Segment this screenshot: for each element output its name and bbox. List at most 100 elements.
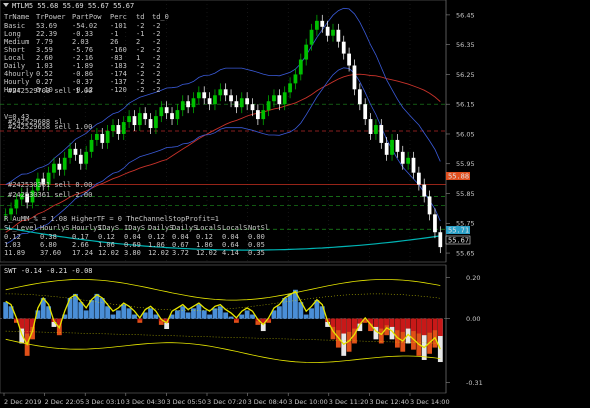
table-cell: 0.38	[40, 233, 57, 241]
candle-body	[202, 92, 207, 99]
time-tick-label: 3 Dec 05:50	[166, 398, 206, 406]
oscillator-bar-overlay	[384, 318, 390, 326]
table-cell: -2	[152, 38, 160, 46]
trading-chart[interactable]: MTLM5 55.68 55.69 55.67 55.67 TrName TrPo…	[0, 0, 590, 408]
table-cell: 53.69	[36, 22, 57, 30]
table-cell: -1	[110, 30, 118, 38]
candle-body	[229, 95, 233, 102]
candle-body	[196, 92, 201, 99]
table-cell: -2	[136, 22, 144, 30]
table-cell: -2	[136, 70, 144, 78]
oscillator-header: SWT -0.14 -0.21 -0.08	[4, 267, 93, 275]
candle-body	[368, 119, 373, 134]
table-cell: 0.04	[172, 233, 189, 241]
oscillator-bar	[282, 298, 288, 319]
candle-body	[191, 98, 196, 108]
table-cell: -2	[136, 86, 144, 94]
candle-body	[89, 139, 94, 152]
candle-body	[304, 44, 309, 60]
table-header-cell: LocalS	[196, 224, 221, 232]
oscillator-bar	[115, 310, 121, 319]
table-cell: 22.39	[36, 30, 57, 38]
time-tick-label: 2 Dec 22:05	[45, 398, 85, 406]
price-axis: 56.4556.3556.2556.1556.0555.9555.8555.75…	[445, 0, 475, 262]
table-cell: -2.16	[72, 54, 93, 62]
candle-body	[84, 151, 89, 164]
oscillator-bar-overlay	[421, 318, 427, 336]
table-cell: 11.89	[4, 249, 25, 257]
candle-body	[288, 83, 292, 93]
time-tick-label: 3 Dec 04:30	[126, 398, 166, 406]
candle-body	[309, 29, 314, 45]
table-header-cell: TrPower	[36, 13, 66, 21]
table-cell: 2.66	[72, 241, 89, 249]
oscillator-tick-label: 0.00	[466, 315, 480, 323]
table-header-cell: DailyS	[172, 224, 197, 232]
table-cell: 0.04	[222, 233, 239, 241]
candle-body	[374, 125, 378, 134]
table-cell: 0.52	[36, 70, 53, 78]
table-cell: 0.69	[124, 241, 141, 249]
table-cell: 0.27	[36, 78, 53, 86]
oscillator-bar-overlay	[335, 318, 341, 331]
oscillator-bar	[228, 316, 234, 319]
table-cell: Long	[4, 30, 21, 38]
candle-body	[293, 74, 298, 84]
oscillator-pane[interactable]: SWT -0.14 -0.21 -0.08	[0, 264, 447, 394]
candle-body	[207, 98, 212, 105]
table-cell: Hourly	[4, 78, 29, 86]
oscillator-bar-overlay	[400, 318, 406, 332]
price-tick-label: 56.05	[456, 130, 475, 138]
table-cell: 12.02	[196, 249, 217, 257]
candle-body	[137, 113, 142, 126]
oscillator-bar	[110, 314, 116, 319]
candle-body	[68, 148, 72, 158]
oscillator-bar	[99, 298, 105, 319]
table-cell: 0.05	[248, 241, 265, 249]
candle-body	[298, 59, 303, 75]
candle-body	[9, 208, 13, 215]
time-tick-label: 3 Dec 14:00	[410, 398, 450, 406]
table-cell: 0.12	[98, 233, 115, 241]
candle-body	[427, 196, 432, 215]
table-cell: -2	[152, 86, 160, 94]
oscillator-bar	[239, 314, 245, 319]
oscillator-bar	[148, 308, 153, 319]
table-cell: 1.86	[196, 241, 213, 249]
candle-body	[78, 154, 83, 164]
table-cell: -5.76	[72, 46, 93, 54]
candle-body	[73, 148, 78, 155]
table-cell: 0.12	[4, 233, 21, 241]
price-tick-label: 55.85	[456, 190, 475, 198]
oscillator-bar	[250, 314, 255, 319]
table-cell: 1.03	[4, 241, 21, 249]
time-tick-label: 3 Dec 12:40	[369, 398, 409, 406]
candle-body	[256, 110, 260, 120]
table-cell: 1.03	[36, 62, 53, 70]
candle-body	[384, 142, 389, 155]
candle-body	[379, 125, 384, 143]
oscillator-bar-overlay	[234, 318, 239, 321]
price-tick-label: 55.95	[456, 160, 475, 168]
status-line: R_AuMM_% = 1.08 HigherTF = 0 TheChannelS…	[4, 215, 219, 223]
table-cell: 2	[136, 38, 140, 46]
oscillator-bar-overlay	[330, 318, 336, 327]
table-cell: 3.72	[172, 249, 189, 257]
table-cell: 1.06	[98, 241, 115, 249]
candle-body	[411, 157, 416, 173]
table-cell: -1.89	[72, 62, 93, 70]
table-cell: -83	[110, 54, 123, 62]
oscillator-bar	[174, 310, 180, 319]
oscillator-bar	[217, 306, 223, 319]
main-pane[interactable]: MTLM5 55.68 55.69 55.67 55.67 TrName TrPo…	[0, 0, 447, 263]
oscillator-bar	[121, 304, 127, 319]
oscillator-bar	[314, 300, 320, 319]
table-cell: -0.33	[72, 30, 93, 38]
candle-body	[400, 151, 405, 164]
oscillator-bar-overlay	[346, 318, 352, 332]
svg-text:55.67: 55.67	[448, 237, 469, 245]
oscillator-bar-overlay	[373, 318, 379, 327]
time-tick-label: 3 Dec 11:20	[329, 398, 369, 406]
candle-body	[406, 157, 410, 164]
time-tick-label: 3 Dec 07:20	[207, 398, 247, 406]
